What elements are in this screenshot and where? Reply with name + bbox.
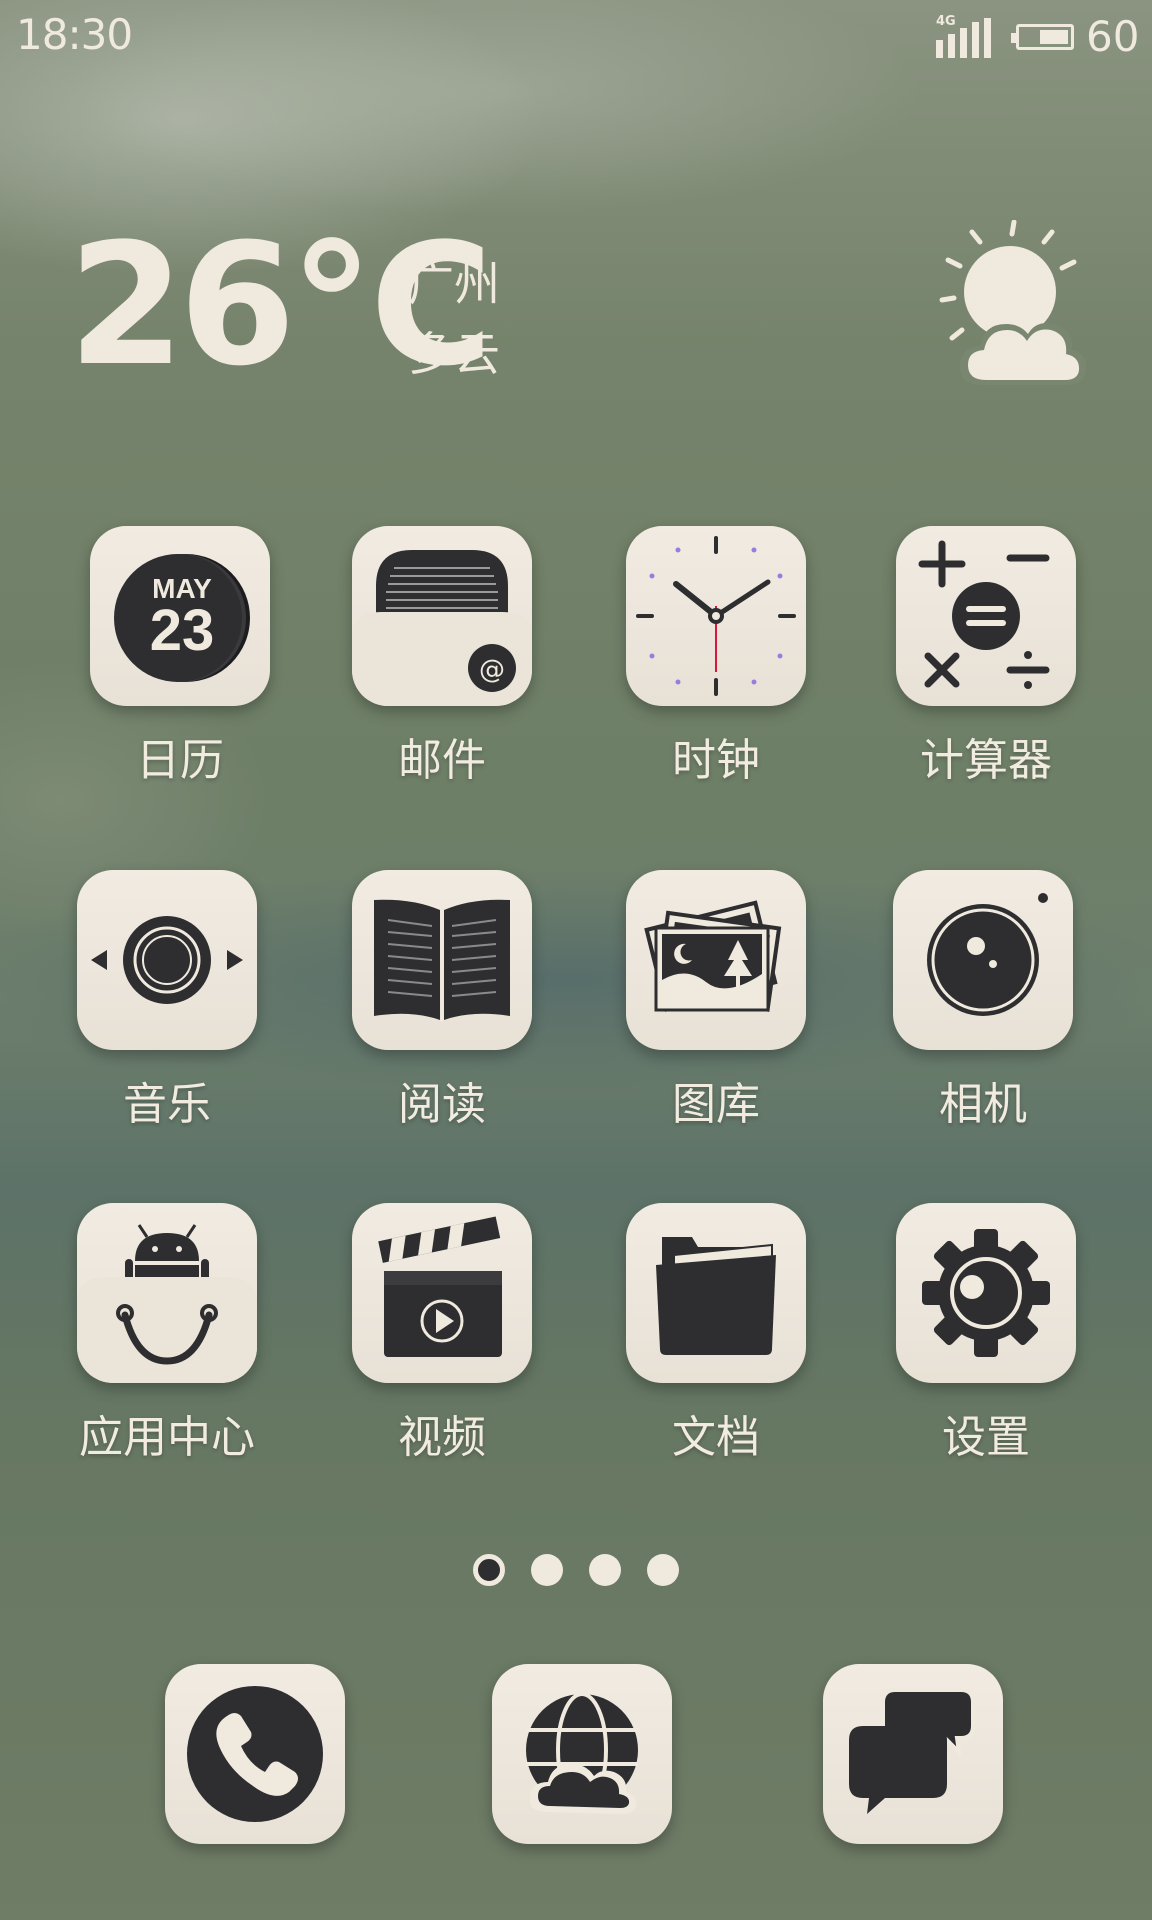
battery-icon: [1011, 24, 1074, 50]
dock-phone[interactable]: [165, 1664, 345, 1844]
app-documents[interactable]: 文档: [601, 1203, 831, 1463]
app-camera[interactable]: 相机: [868, 870, 1098, 1130]
app-label: 计算器: [920, 735, 1052, 786]
video-icon: [352, 1203, 532, 1383]
app-label: 视频: [398, 1412, 486, 1463]
status-time: 18:30: [16, 10, 133, 59]
partly-cloudy-icon: [939, 220, 1087, 385]
page-dot-active[interactable]: [473, 1554, 505, 1586]
dock-messages[interactable]: [823, 1664, 1003, 1844]
app-music[interactable]: 音乐: [52, 870, 282, 1130]
folder-icon: [626, 1203, 806, 1383]
weather-city: 广州: [408, 257, 500, 311]
app-label: 设置: [942, 1412, 1030, 1463]
app-gallery[interactable]: 图库: [601, 870, 831, 1130]
calendar-icon: MAY 23: [90, 526, 270, 706]
app-mail[interactable]: @ 邮件: [327, 526, 557, 786]
home-screen: 18:30 4G 60 26℃ 广州 多云 MAY 23 日历 @ 邮件 时钟 …: [0, 0, 1152, 1920]
app-label: 相机: [939, 1079, 1027, 1130]
app-store-icon: [77, 1203, 257, 1383]
app-label: 邮件: [398, 735, 486, 786]
messages-icon: [823, 1664, 1003, 1844]
music-icon: [77, 870, 257, 1050]
network-type: 4G: [936, 14, 956, 29]
mail-icon: @: [352, 526, 532, 706]
dock-browser[interactable]: [492, 1664, 672, 1844]
svg-text:@: @: [479, 655, 505, 685]
browser-icon: [492, 1664, 672, 1844]
app-settings[interactable]: 设置: [871, 1203, 1101, 1463]
app-label: 时钟: [672, 735, 760, 786]
weather-widget[interactable]: 26℃ 广州 多云: [0, 220, 1152, 400]
app-label: 阅读: [398, 1079, 486, 1130]
app-label: 文档: [672, 1412, 760, 1463]
page-dot[interactable]: [589, 1554, 621, 1586]
page-dot[interactable]: [531, 1554, 563, 1586]
status-bar: 18:30 4G 60: [0, 0, 1152, 72]
app-label: 日历: [136, 735, 224, 786]
phone-icon: [165, 1664, 345, 1844]
camera-icon: [893, 870, 1073, 1050]
app-label: 音乐: [123, 1079, 211, 1130]
app-label: 应用中心: [79, 1412, 255, 1463]
page-dot[interactable]: [647, 1554, 679, 1586]
app-calendar[interactable]: MAY 23 日历: [65, 526, 295, 786]
settings-icon: [896, 1203, 1076, 1383]
app-calculator[interactable]: 计算器: [871, 526, 1101, 786]
app-reader[interactable]: 阅读: [327, 870, 557, 1130]
gallery-icon: [626, 870, 806, 1050]
app-video[interactable]: 视频: [327, 1203, 557, 1463]
app-label: 图库: [672, 1079, 760, 1130]
app-app-center[interactable]: 应用中心: [52, 1203, 282, 1463]
app-clock[interactable]: 时钟: [601, 526, 831, 786]
page-indicator[interactable]: [0, 1552, 1152, 1588]
clock-icon: [626, 526, 806, 706]
battery-level: 60: [1086, 12, 1140, 61]
calculator-icon: [896, 526, 1076, 706]
svg-text:23: 23: [150, 598, 215, 663]
weather-condition: 多云: [408, 327, 500, 381]
book-icon: [352, 870, 532, 1050]
signal-icon: 4G: [934, 14, 994, 58]
